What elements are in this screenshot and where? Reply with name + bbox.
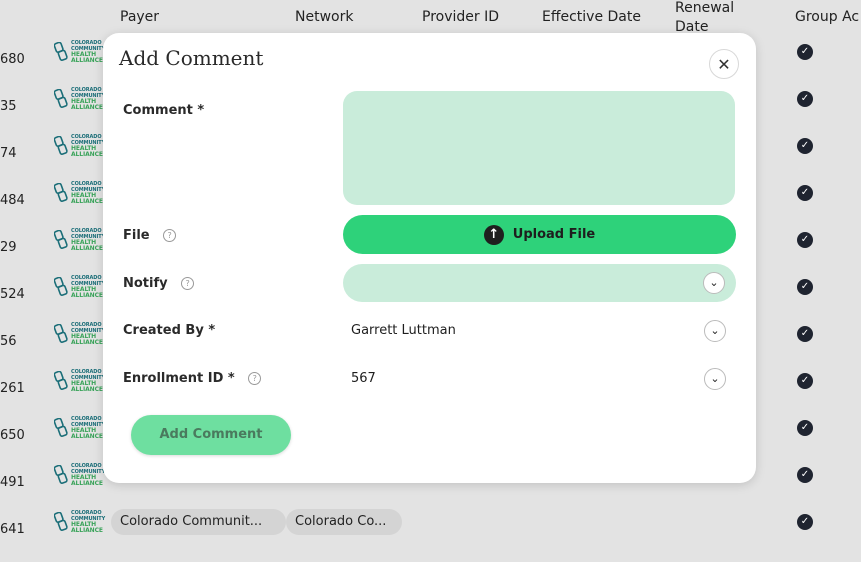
created-by-label: Created By * — [123, 323, 216, 338]
header-provider-id[interactable]: Provider ID — [422, 9, 499, 25]
logo-text: COLORADO COMMUNITY HEALTH ALLIANCE — [71, 463, 106, 487]
upload-file-label: Upload File — [512, 227, 596, 242]
logo-text: COLORADO COMMUNITY HEALTH ALLIANCE — [71, 510, 106, 534]
enrollment-id-cell: 56 — [0, 334, 17, 349]
logo-mark-icon — [54, 136, 68, 155]
check-icon: ✓ — [797, 91, 813, 107]
enrollment-label-row: Enrollment ID * ? — [123, 371, 262, 386]
chevron-down-icon[interactable]: ⌄ — [704, 368, 726, 390]
network-cell[interactable]: Colorado Co... — [286, 509, 402, 535]
logo-mark-icon — [54, 230, 68, 249]
check-icon: ✓ — [797, 279, 813, 295]
logo-text: COLORADO COMMUNITY HEALTH ALLIANCE — [71, 181, 106, 205]
file-label-row: File ? — [123, 228, 177, 243]
logo-text: COLORADO COMMUNITY HEALTH ALLIANCE — [71, 275, 106, 299]
check-icon: ✓ — [797, 232, 813, 248]
enrollment-id-cell: 491 — [0, 475, 25, 490]
chevron-down-icon[interactable]: ⌄ — [704, 320, 726, 342]
payer-logo: COLORADO COMMUNITY HEALTH ALLIANCE — [54, 134, 105, 158]
upload-file-button[interactable]: ↑ Upload File — [343, 215, 736, 254]
add-comment-dialog: Add Comment ✕ Comment * File ? ↑ Upload … — [103, 33, 756, 483]
logo-text: COLORADO COMMUNITY HEALTH ALLIANCE — [71, 228, 106, 252]
check-icon: ✓ — [797, 138, 813, 154]
logo-mark-icon — [54, 418, 68, 437]
comment-label: Comment * — [123, 103, 205, 118]
add-comment-button[interactable]: Add Comment — [131, 415, 291, 455]
payer-logo: COLORADO COMMUNITY HEALTH ALLIANCE — [54, 87, 105, 111]
check-icon: ✓ — [797, 514, 813, 530]
enrollment-id-cell: 680 — [0, 52, 25, 67]
logo-text: COLORADO COMMUNITY HEALTH ALLIANCE — [71, 416, 106, 440]
logo-mark-icon — [54, 183, 68, 202]
logo-text: COLORADO COMMUNITY HEALTH ALLIANCE — [71, 134, 106, 158]
payer-logo: COLORADO COMMUNITY HEALTH ALLIANCE — [54, 228, 105, 252]
logo-text: COLORADO COMMUNITY HEALTH ALLIANCE — [71, 40, 106, 64]
enrollment-id-cell: 650 — [0, 428, 25, 443]
help-icon[interactable]: ? — [163, 229, 177, 242]
payer-logo: COLORADO COMMUNITY HEALTH ALLIANCE — [54, 322, 105, 346]
payer-logo: COLORADO COMMUNITY HEALTH ALLIANCE — [54, 416, 105, 440]
logo-mark-icon — [54, 324, 68, 343]
chevron-down-icon[interactable]: ⌄ — [703, 272, 725, 294]
payer-logo: COLORADO COMMUNITY HEALTH ALLIANCE — [54, 181, 105, 205]
logo-text: COLORADO COMMUNITY HEALTH ALLIANCE — [71, 369, 106, 393]
logo-mark-icon — [54, 42, 68, 61]
header-payer[interactable]: Payer — [120, 9, 159, 25]
header-effective-date[interactable]: Effective Date — [542, 9, 641, 25]
created-by-value[interactable]: Garrett Luttman — [351, 323, 456, 338]
logo-text: COLORADO COMMUNITY HEALTH ALLIANCE — [71, 87, 106, 111]
payer-logo: COLORADO COMMUNITY HEALTH ALLIANCE — [54, 510, 105, 534]
help-icon[interactable]: ? — [181, 277, 195, 290]
enrollment-id-label: Enrollment ID * — [123, 371, 235, 386]
enrollment-id-cell: 29 — [0, 240, 17, 255]
check-icon: ✓ — [797, 44, 813, 60]
comment-textarea[interactable] — [343, 91, 735, 205]
payer-logo: COLORADO COMMUNITY HEALTH ALLIANCE — [54, 463, 105, 487]
enrollment-id-cell: 74 — [0, 146, 17, 161]
header-network[interactable]: Network — [295, 9, 353, 25]
payer-logo: COLORADO COMMUNITY HEALTH ALLIANCE — [54, 40, 105, 64]
enrollment-id-cell: 35 — [0, 99, 17, 114]
dialog-title: Add Comment — [119, 46, 264, 70]
check-icon: ✓ — [797, 420, 813, 436]
upload-arrow-icon: ↑ — [483, 224, 504, 245]
close-icon: ✕ — [717, 55, 731, 74]
check-icon: ✓ — [797, 326, 813, 342]
help-icon[interactable]: ? — [248, 372, 262, 385]
payer-logo: COLORADO COMMUNITY HEALTH ALLIANCE — [54, 275, 105, 299]
logo-mark-icon — [54, 465, 68, 484]
notify-label: Notify — [123, 276, 168, 291]
logo-mark-icon — [54, 277, 68, 296]
enrollment-id-cell: 261 — [0, 381, 25, 396]
notify-select[interactable]: ⌄ — [343, 264, 736, 302]
enrollment-id-value[interactable]: 567 — [351, 371, 376, 386]
enrollment-id-cell: 641 — [0, 522, 25, 537]
enrollment-id-cell: 484 — [0, 193, 25, 208]
file-label: File — [123, 228, 150, 243]
check-icon: ✓ — [797, 373, 813, 389]
header-group-active[interactable]: Group Ac — [795, 9, 859, 25]
notify-label-row: Notify ? — [123, 276, 195, 291]
logo-text: COLORADO COMMUNITY HEALTH ALLIANCE — [71, 322, 106, 346]
check-icon: ✓ — [797, 185, 813, 201]
enrollment-id-cell: 524 — [0, 287, 25, 302]
payer-cell[interactable]: Colorado Communit... — [111, 509, 286, 535]
header-renewal-date[interactable]: Renewal Date — [675, 0, 745, 37]
logo-mark-icon — [54, 512, 68, 531]
logo-mark-icon — [54, 89, 68, 108]
check-icon: ✓ — [797, 467, 813, 483]
payer-logo: COLORADO COMMUNITY HEALTH ALLIANCE — [54, 369, 105, 393]
table-row[interactable]: 641 COLORADO COMMUNITY HEALTH ALLIANCE Colora… — [0, 509, 861, 560]
logo-mark-icon — [54, 371, 68, 390]
close-button[interactable]: ✕ — [709, 49, 739, 79]
